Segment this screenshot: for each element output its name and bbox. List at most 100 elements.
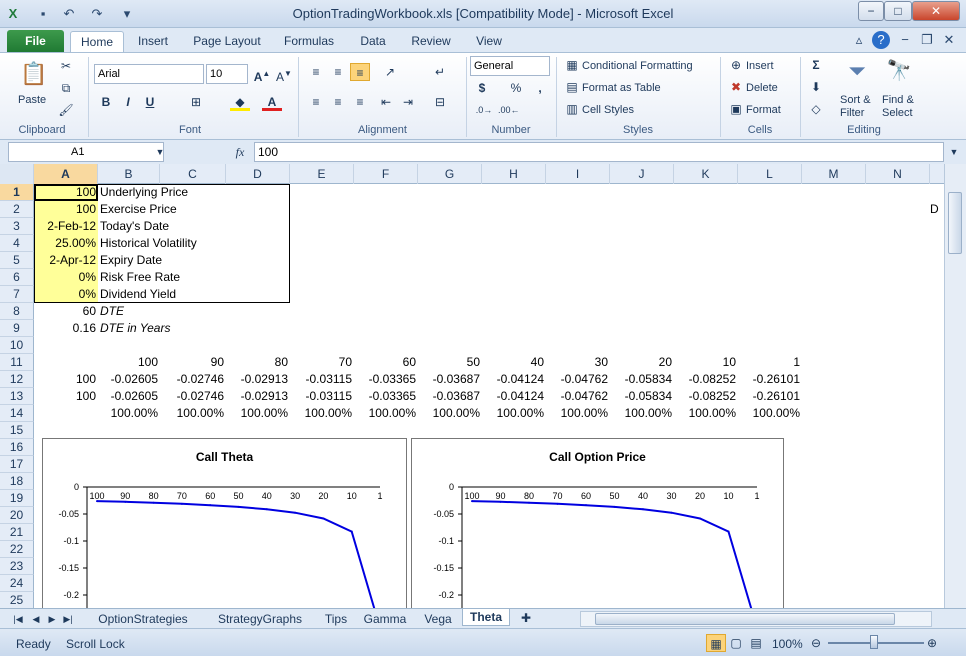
- input-value[interactable]: 0%: [34, 269, 96, 286]
- tab-insert[interactable]: Insert: [130, 31, 176, 52]
- sheet-tab-tips[interactable]: Tips: [318, 611, 354, 628]
- input-label[interactable]: Dividend Yield: [100, 286, 176, 303]
- sheet-tab-gamma[interactable]: Gamma: [358, 611, 412, 628]
- align-middle-icon[interactable]: ≡: [328, 63, 348, 81]
- column-header-l[interactable]: L: [738, 164, 802, 184]
- column-header-c[interactable]: C: [160, 164, 226, 184]
- decrease-indent-icon[interactable]: ⇤: [376, 93, 396, 111]
- table-cell[interactable]: -0.04124: [482, 371, 544, 388]
- table-cell[interactable]: -0.26101: [738, 371, 800, 388]
- find-select-icon[interactable]: 🔭: [884, 57, 914, 85]
- zoom-level[interactable]: 100%: [772, 637, 803, 651]
- row-header-13[interactable]: 13: [0, 388, 34, 405]
- align-left-icon[interactable]: ≡: [306, 93, 326, 111]
- sheet-tab-strategygraphs[interactable]: StrategyGraphs: [206, 611, 314, 628]
- row-header-23[interactable]: 23: [0, 558, 34, 575]
- comma-button[interactable]: ,: [530, 79, 550, 97]
- vertical-scrollbar[interactable]: [944, 164, 966, 608]
- expand-formula-bar-icon[interactable]: ▼: [944, 143, 964, 161]
- table-cell[interactable]: -0.04762: [546, 371, 608, 388]
- conditional-formatting-button[interactable]: Conditional Formatting: [582, 59, 693, 73]
- table-cell[interactable]: 100.00%: [160, 405, 224, 422]
- table-cell[interactable]: -0.03687: [418, 388, 480, 405]
- row-header-20[interactable]: 20: [0, 507, 34, 524]
- table-header-cell[interactable]: 40: [482, 354, 544, 371]
- table-row-label[interactable]: 100: [34, 388, 96, 405]
- close-button[interactable]: ✕: [912, 1, 960, 21]
- italic-button[interactable]: I: [118, 93, 138, 111]
- table-cell[interactable]: -0.05834: [610, 371, 672, 388]
- last-sheet-icon[interactable]: ▶|: [58, 610, 78, 628]
- find-label[interactable]: Find &: [882, 93, 914, 107]
- table-cell[interactable]: 100.00%: [354, 405, 416, 422]
- table-cell[interactable]: 100.00%: [290, 405, 352, 422]
- paste-button[interactable]: Paste: [18, 93, 46, 107]
- table-cell[interactable]: -0.03115: [290, 388, 352, 405]
- table-cell[interactable]: -0.03365: [354, 388, 416, 405]
- column-header-b[interactable]: B: [98, 164, 160, 184]
- select-all-button[interactable]: [0, 164, 34, 184]
- input-label[interactable]: Exercise Price: [100, 201, 177, 218]
- page-break-view-icon[interactable]: ▤: [746, 634, 766, 652]
- table-header-cell[interactable]: 20: [610, 354, 672, 371]
- column-header-n[interactable]: N: [866, 164, 930, 184]
- autosum-button[interactable]: Σ: [806, 56, 826, 74]
- row-header-12[interactable]: 12: [0, 371, 34, 388]
- table-cell[interactable]: 100.00%: [418, 405, 480, 422]
- fill-icon[interactable]: ⬇: [806, 78, 826, 96]
- table-row-label[interactable]: 100: [34, 371, 96, 388]
- delete-cells-icon[interactable]: ✖: [726, 78, 746, 96]
- minimize-button[interactable]: −: [858, 1, 884, 21]
- column-header-j[interactable]: J: [610, 164, 674, 184]
- table-cell[interactable]: -0.02605: [98, 388, 158, 405]
- font-name-select[interactable]: Arial: [94, 64, 204, 84]
- table-header-cell[interactable]: 50: [418, 354, 480, 371]
- shrink-font-icon[interactable]: A▼: [274, 65, 294, 84]
- table-cell[interactable]: -0.02746: [160, 371, 224, 388]
- worksheet-grid[interactable]: 1 2 3 4 5 6 7 8 9 10 11 12 13 14 15 16 17 18 19 20 21 22 23 24 2…: [0, 184, 944, 608]
- cell-styles-button[interactable]: Cell Styles: [582, 103, 634, 117]
- table-header-cell[interactable]: 10: [674, 354, 736, 371]
- zoom-out-icon[interactable]: ⊖: [806, 634, 826, 652]
- bold-button[interactable]: B: [96, 93, 116, 111]
- table-cell[interactable]: 100.00%: [674, 405, 736, 422]
- formula-input[interactable]: 100: [254, 142, 944, 162]
- zoom-slider-thumb[interactable]: [870, 635, 878, 649]
- align-center-icon[interactable]: ≡: [328, 93, 348, 111]
- increase-indent-icon[interactable]: ⇥: [398, 93, 418, 111]
- table-cell[interactable]: -0.02746: [160, 388, 224, 405]
- name-box[interactable]: A1: [8, 142, 164, 162]
- table-header-cell[interactable]: 60: [354, 354, 416, 371]
- row-header-3[interactable]: 3: [0, 218, 34, 235]
- horizontal-scroll-thumb[interactable]: [595, 613, 895, 625]
- grow-font-icon[interactable]: A▲: [252, 65, 272, 84]
- number-format-select[interactable]: General: [470, 56, 550, 76]
- orientation-icon[interactable]: ↗: [380, 63, 400, 81]
- input-value[interactable]: 25.00%: [34, 235, 96, 252]
- chevron-down-icon[interactable]: ▼: [150, 143, 170, 161]
- help-icon[interactable]: ?: [872, 31, 890, 49]
- row-header-17[interactable]: 17: [0, 456, 34, 473]
- column-header-g[interactable]: G: [418, 164, 482, 184]
- table-cell[interactable]: 100.00%: [546, 405, 608, 422]
- cut-icon[interactable]: ✂: [56, 57, 76, 75]
- maximize-button[interactable]: □: [884, 1, 912, 21]
- wrap-text-icon[interactable]: ↵: [430, 63, 450, 81]
- sheet-tab-optionstrategies[interactable]: OptionStrategies: [84, 611, 202, 628]
- row-header-21[interactable]: 21: [0, 524, 34, 541]
- table-cell[interactable]: -0.26101: [738, 388, 800, 405]
- filter-label[interactable]: Filter: [840, 106, 864, 120]
- row-header-15[interactable]: 15: [0, 422, 34, 439]
- row-header-6[interactable]: 6: [0, 269, 34, 286]
- format-table-icon[interactable]: ▤: [562, 78, 582, 96]
- column-header-h[interactable]: H: [482, 164, 546, 184]
- tab-view[interactable]: View: [468, 31, 510, 52]
- row-header-8[interactable]: 8: [0, 303, 34, 320]
- column-header-a[interactable]: A: [34, 164, 98, 184]
- normal-view-icon[interactable]: ▦: [706, 634, 726, 652]
- input-value[interactable]: 2-Apr-12: [34, 252, 96, 269]
- font-color-icon[interactable]: A: [262, 93, 282, 111]
- delete-cells-button[interactable]: Delete: [746, 81, 778, 95]
- table-cell[interactable]: -0.03687: [418, 371, 480, 388]
- table-cell[interactable]: -0.03115: [290, 371, 352, 388]
